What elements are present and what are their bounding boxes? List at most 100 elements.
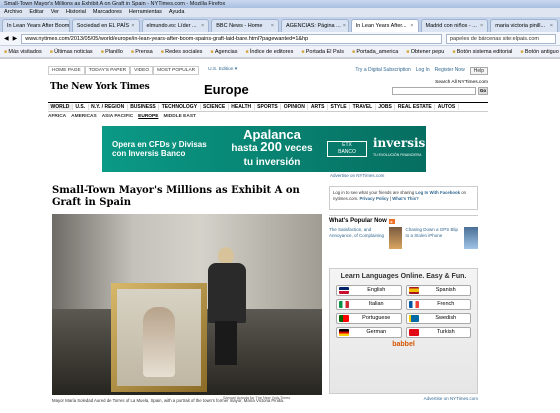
home-page-link[interactable]: HOME PAGE bbox=[48, 66, 85, 75]
subnav-africa[interactable]: AFRICA bbox=[48, 114, 66, 119]
privacy-link[interactable]: Privacy Policy bbox=[360, 196, 389, 201]
section-title: Europe bbox=[204, 82, 249, 97]
site-search-input[interactable] bbox=[392, 87, 476, 95]
lang-button-english[interactable]: English bbox=[336, 285, 402, 296]
bookmark-item[interactable]: Más visitados bbox=[4, 49, 41, 55]
nav-business[interactable]: BUSINESS bbox=[128, 104, 160, 110]
video-link[interactable]: VIDEO bbox=[130, 66, 154, 75]
menu-editar[interactable]: Editar bbox=[29, 8, 43, 17]
lang-label: English bbox=[367, 287, 386, 293]
bookmark-item[interactable]: Índice de editores bbox=[245, 49, 293, 55]
bookmark-item[interactable]: Botón antiguo bbox=[520, 49, 559, 55]
register-link[interactable]: Register Now bbox=[435, 67, 465, 75]
subnav-asia-pacific[interactable]: ASIA PACIFIC bbox=[102, 114, 133, 119]
nyt-logo[interactable]: The New York Times bbox=[50, 82, 150, 92]
close-icon[interactable]: × bbox=[131, 20, 134, 32]
nav-science[interactable]: SCIENCE bbox=[201, 104, 229, 110]
nav-real-estate[interactable]: REAL ESTATE bbox=[395, 104, 436, 110]
tab-item[interactable]: elmundo.es: Líder ... × bbox=[141, 19, 210, 32]
close-icon[interactable]: × bbox=[480, 20, 483, 32]
popular-item[interactable]: The Satisfaction, and Annoyance, of Comp… bbox=[329, 227, 402, 249]
url-bar[interactable]: www.nytimes.com/2013/05/05/world/europe/… bbox=[21, 33, 442, 44]
tab-item-active[interactable]: In Lean Years After... × bbox=[350, 19, 419, 32]
back-icon[interactable]: ◀ bbox=[4, 35, 9, 42]
edition-select[interactable]: U.S. Edition ▾ bbox=[205, 66, 240, 75]
tab-item[interactable]: BBC News - Home × bbox=[211, 19, 279, 32]
lang-label: Portuguese bbox=[362, 315, 391, 321]
nav-us[interactable]: U.S. bbox=[73, 104, 89, 110]
nav-technology[interactable]: TECHNOLOGY bbox=[159, 104, 201, 110]
lang-button-turkish[interactable]: Turkish bbox=[405, 327, 471, 338]
menu-archivo[interactable]: Archivo bbox=[4, 8, 22, 17]
close-icon[interactable]: × bbox=[410, 20, 413, 32]
play-icon[interactable]: ▸ bbox=[388, 218, 395, 224]
lang-button-spanish[interactable]: Spanish bbox=[405, 285, 471, 296]
ad-brand-bottom: BANCO bbox=[338, 149, 356, 155]
nav-sports[interactable]: SPORTS bbox=[255, 104, 282, 110]
bookmark-item[interactable]: Portada_america bbox=[352, 49, 398, 55]
forward-icon[interactable]: ▶ bbox=[13, 35, 18, 42]
nav-arts[interactable]: ARTS bbox=[308, 104, 328, 110]
tab-item[interactable]: AGENCIAS: Página ... × bbox=[281, 19, 349, 32]
nav-autos[interactable]: AUTOS bbox=[435, 104, 459, 110]
facebook-login-link[interactable]: Log In With Facebook bbox=[415, 190, 460, 195]
banner-ad[interactable]: Opera en CFDs y Divisas con Inversis Ban… bbox=[102, 126, 426, 172]
nav-world[interactable]: WORLD bbox=[48, 104, 73, 110]
popular-item[interactable]: Chasing Down a GPS Blip to a Stolen iPho… bbox=[406, 227, 478, 249]
tab-item[interactable]: maria victoria pinill... × bbox=[490, 19, 558, 32]
lang-button-portuguese[interactable]: Portuguese bbox=[336, 313, 402, 324]
bookmark-item[interactable]: Botón sistema editorial bbox=[452, 49, 513, 55]
nav-ny-region[interactable]: N.Y. / REGION bbox=[89, 104, 128, 110]
bookmark-item[interactable]: Planillo bbox=[101, 49, 123, 55]
babbel-ad[interactable]: Learn Languages Online. Easy & Fun. Engl… bbox=[329, 268, 478, 394]
close-icon[interactable]: × bbox=[201, 20, 204, 32]
nav-style[interactable]: STYLE bbox=[328, 104, 351, 110]
window-title: Small-Town Mayor's Millions as Exhibit A… bbox=[0, 0, 560, 8]
nav-health[interactable]: HEALTH bbox=[229, 104, 255, 110]
ad-brand-block: ETX BANCO bbox=[327, 141, 367, 157]
close-icon[interactable]: × bbox=[550, 20, 553, 32]
help-button[interactable]: Help bbox=[469, 67, 488, 75]
close-icon[interactable]: × bbox=[271, 20, 274, 32]
subnav-europe[interactable]: EUROPE bbox=[138, 114, 158, 119]
ad-mid-num: 200 bbox=[260, 139, 282, 154]
tab-item[interactable]: Sociedad en EL PAÍS × bbox=[71, 19, 140, 32]
menu-marcadores[interactable]: Marcadores bbox=[93, 8, 122, 17]
babbel-title: Learn Languages Online. Easy & Fun. bbox=[340, 273, 467, 280]
todays-paper-link[interactable]: TODAY'S PAPER bbox=[84, 66, 131, 75]
bookmark-item[interactable]: Obtener pepu bbox=[406, 49, 445, 55]
menu-ver[interactable]: Ver bbox=[51, 8, 59, 17]
search-input[interactable]: papeles de bárcenas site:elpais.com bbox=[446, 33, 556, 44]
nav-jobs[interactable]: JOBS bbox=[376, 104, 396, 110]
subscription-link[interactable]: Try a Digital Subscription bbox=[355, 67, 410, 75]
login-link[interactable]: Log In bbox=[416, 67, 430, 75]
lang-button-swedish[interactable]: Swedish bbox=[405, 313, 471, 324]
lang-button-french[interactable]: French bbox=[405, 299, 471, 310]
portrait-frame bbox=[111, 283, 207, 392]
subnav-middle-east[interactable]: MIDDLE EAST bbox=[163, 114, 196, 119]
search-go-button[interactable]: Go bbox=[478, 87, 488, 95]
lang-button-italian[interactable]: Italian bbox=[336, 299, 402, 310]
bookmark-item[interactable]: Últimas noticias bbox=[50, 49, 93, 55]
tab-item[interactable]: Madrid con niños - ... × bbox=[420, 19, 489, 32]
tab-item[interactable]: In Lean Years After Boom, Spain's Graft … bbox=[2, 19, 70, 32]
bookmark-item[interactable]: Portada El País bbox=[301, 49, 344, 55]
most-popular-link[interactable]: MOST POPULAR bbox=[153, 66, 200, 75]
article-photo[interactable] bbox=[52, 214, 322, 395]
ad-brand-name: inversis bbox=[373, 136, 426, 150]
close-icon[interactable]: × bbox=[343, 20, 346, 32]
bookmark-item[interactable]: Prensa bbox=[131, 49, 152, 55]
nav-travel[interactable]: TRAVEL bbox=[350, 104, 376, 110]
menu-historial[interactable]: Historial bbox=[66, 8, 86, 17]
nav-opinion[interactable]: OPINION bbox=[281, 104, 309, 110]
turkey-flag-icon bbox=[408, 329, 419, 336]
bookmark-item[interactable]: Agencias bbox=[210, 49, 238, 55]
ad-note[interactable]: Advertise on NYTimes.com bbox=[330, 173, 384, 178]
menu-ayuda[interactable]: Ayuda bbox=[169, 8, 185, 17]
lang-button-german[interactable]: German bbox=[336, 327, 402, 338]
bookmark-item[interactable]: Redes sociales bbox=[161, 49, 202, 55]
subnav-americas[interactable]: AMERICAS bbox=[71, 114, 97, 119]
menu-herramientas[interactable]: Herramientas bbox=[129, 8, 162, 17]
side-ad-note[interactable]: Advertise on NYTimes.com bbox=[329, 396, 478, 401]
whats-this-link[interactable]: What's This? bbox=[392, 196, 419, 201]
